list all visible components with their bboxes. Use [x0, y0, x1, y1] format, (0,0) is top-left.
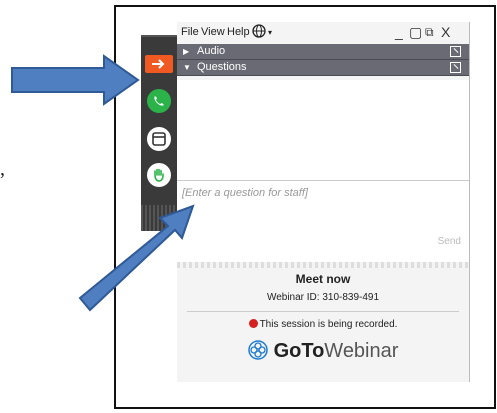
annotation-arrows [11, 54, 195, 312]
annotation-arrow-diagonal-icon [78, 204, 195, 312]
annotation-arrow-right-icon [11, 54, 140, 106]
